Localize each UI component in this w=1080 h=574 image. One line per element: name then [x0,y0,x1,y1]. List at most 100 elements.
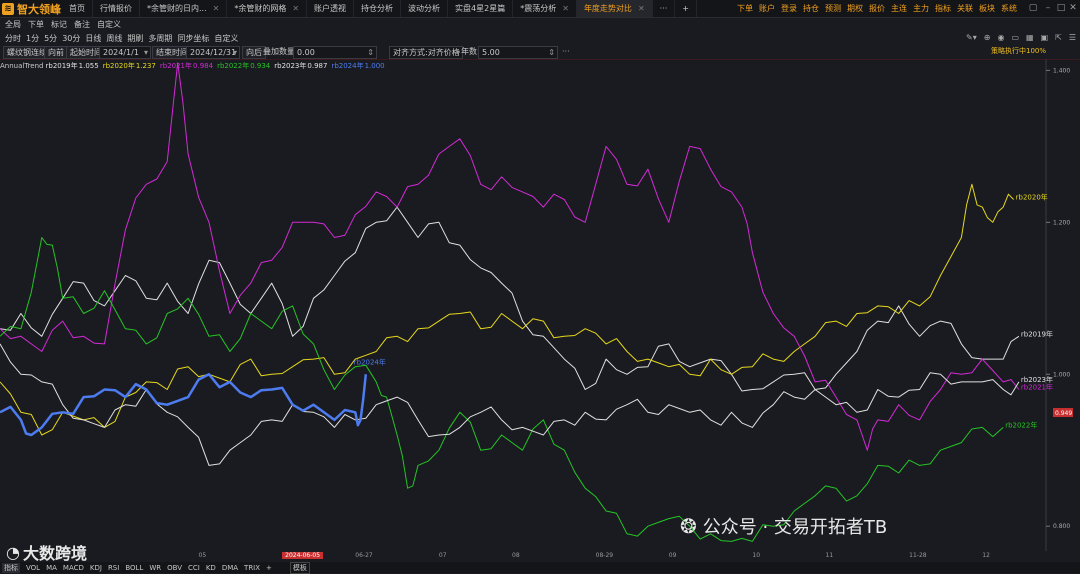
image-icon[interactable]: ▣ [1041,33,1049,42]
top-menu-item[interactable]: 指标 [932,0,954,17]
period-item[interactable]: 同步坐标 [177,32,209,45]
y-tick-label: 1.400 [1053,67,1070,74]
legend-item-value: 0.984 [193,62,214,70]
maximize-icon[interactable]: □ [1056,2,1066,14]
indicator-tab[interactable]: WR [149,564,161,572]
top-menu-item[interactable]: 关联 [954,0,976,17]
indicator-tab[interactable]: KD [206,564,216,572]
tab-5[interactable]: 持仓分析 [354,0,402,17]
price-marker-value: 0.949 [1055,410,1072,417]
period-item[interactable]: 5分 [44,32,57,45]
period-item[interactable]: 周线 [106,32,122,45]
overlay-field[interactable]: 0.00 ⇕ [293,46,377,59]
top-menu-item[interactable]: 主连 [888,0,910,17]
indicator-tab[interactable]: RSI [108,564,119,572]
window-icon[interactable]: ▭ [1011,33,1019,42]
tab-10[interactable]: ··· [653,0,676,17]
indicator-tab[interactable]: CCI [188,564,200,572]
tab-close-icon[interactable]: ✕ [213,4,220,13]
secondary-menu-item[interactable]: 备注 [74,18,90,32]
tab-2[interactable]: *余管财的日内... ✕ [140,0,228,17]
indicator-tab[interactable]: 模板 [289,561,310,574]
tab-11[interactable]: + [675,0,697,17]
indicator-tab[interactable]: + [266,564,272,572]
tab-1[interactable]: 行情报价 [93,0,140,17]
indicator-tab[interactable]: MA [46,564,57,572]
tab-label: 首页 [69,4,85,13]
top-menu-item[interactable]: 预测 [822,0,844,17]
x-tick-label: 09 [668,552,677,559]
top-menu-item[interactable]: 主力 [910,0,932,17]
top-menu: 下单 账户 登录 持仓 预测 期权 报价 主连 主力 指标 关联 板块 系统 [734,0,1020,17]
watermark-logo-icon: ◔ [6,542,20,562]
indicator-tab[interactable]: KDJ [90,564,102,572]
camera-icon[interactable]: ◉ [997,33,1004,42]
legend-item-label: rb2022年 [217,62,250,70]
x-tick-label: 08 [512,552,520,559]
restore-icon[interactable]: ▢ [1028,2,1038,14]
top-menu-item[interactable]: 板块 [976,0,998,17]
indicator-tab[interactable]: BOLL [125,564,143,572]
indicator-tab[interactable]: MACD [63,564,84,572]
period-item[interactable]: 自定义 [214,32,238,45]
indicator-tab[interactable]: OBV [167,564,182,572]
tab-label: 波动分析 [408,4,441,13]
period-item[interactable]: 分时 [5,32,21,45]
tab-label: *震荡分析 [520,4,557,13]
x-tick-label: 11 [825,552,834,559]
tab-6[interactable]: 波动分析 [401,0,449,17]
tab-label: ··· [659,4,668,13]
period-item[interactable]: 期刷 [127,32,143,45]
end-date-field[interactable]: 2024/12/31 ▾ [186,46,240,59]
settings-icon[interactable]: ☰ [1069,33,1076,42]
close-icon[interactable]: ✕ [1068,2,1078,14]
period-item[interactable]: 30分 [62,32,80,45]
tab-4[interactable]: 账户透视 [307,0,355,17]
add-icon[interactable]: ⊕ [984,33,991,42]
legend-item-label: rb2023年 [274,62,307,70]
tab-close-icon[interactable]: ✕ [292,4,299,13]
minimize-icon[interactable]: – [1043,2,1053,14]
period-item[interactable]: 多周期 [148,32,172,45]
watermark-right: ❂ 公众号 · 交易开拓者TB [680,513,887,539]
tab-9[interactable]: 年度走势对比 ✕ [576,0,653,17]
years-field[interactable]: 5.00 ⇕ [478,46,558,59]
top-menu-item[interactable]: 登录 [778,0,800,17]
legend-item: rb2019年1.055 [46,62,101,70]
secondary-menu-item[interactable]: 全局 [5,18,21,32]
more-icon[interactable]: ··· [562,46,570,58]
tab-0[interactable]: 首页 [62,0,93,17]
legend-item: rb2020年1.237 [103,62,158,70]
start-date-field[interactable]: 2024/1/1 ▾ [99,46,151,59]
indicator-tab[interactable]: 指标 [2,562,20,573]
secondary-menu-item[interactable]: 标记 [51,18,67,32]
secondary-menu-item[interactable]: 下单 [28,18,44,32]
top-menu-item[interactable]: 系统 [998,0,1020,17]
top-menu-item[interactable]: 持仓 [800,0,822,17]
tab-close-icon[interactable]: ✕ [638,4,645,13]
indicator-tab[interactable]: TRIX [244,564,260,572]
period-item[interactable]: 日线 [85,32,101,45]
tab-label: 实盘4星2星篇 [455,4,506,13]
tab-close-icon[interactable]: ✕ [562,4,569,13]
grid-icon[interactable]: ▦ [1026,33,1034,42]
watermark-left: ◔ 大数跨境 [6,540,87,564]
align-mode-select[interactable]: 对齐方式:对齐价格 ▾ [389,46,463,59]
indicator-tab[interactable]: VOL [26,564,40,572]
tab-7[interactable]: 实盘4星2星篇 [448,0,514,17]
tab-3[interactable]: *余管财的网格 ✕ [227,0,308,17]
top-menu-item[interactable]: 期权 [844,0,866,17]
top-menu-item[interactable]: 下单 [734,0,756,17]
legend-item-value: 1.055 [78,62,99,70]
period-item[interactable]: 1分 [26,32,39,45]
top-menu-item[interactable]: 报价 [866,0,888,17]
legend-item-value: 1.000 [364,62,385,70]
chart-tool-icons: ✎▾ ⊕ ◉ ▭ ▦ ▣ ⇱ ☰ [966,33,1076,42]
pen-icon[interactable]: ✎▾ [966,33,977,42]
export-icon[interactable]: ⇱ [1055,33,1062,42]
prev-button[interactable]: 向前 [44,46,68,59]
indicator-tab[interactable]: DMA [222,564,238,572]
tab-8[interactable]: *震荡分析 ✕ [513,0,577,17]
secondary-menu-item[interactable]: 自定义 [97,18,121,32]
top-menu-item[interactable]: 账户 [756,0,778,17]
